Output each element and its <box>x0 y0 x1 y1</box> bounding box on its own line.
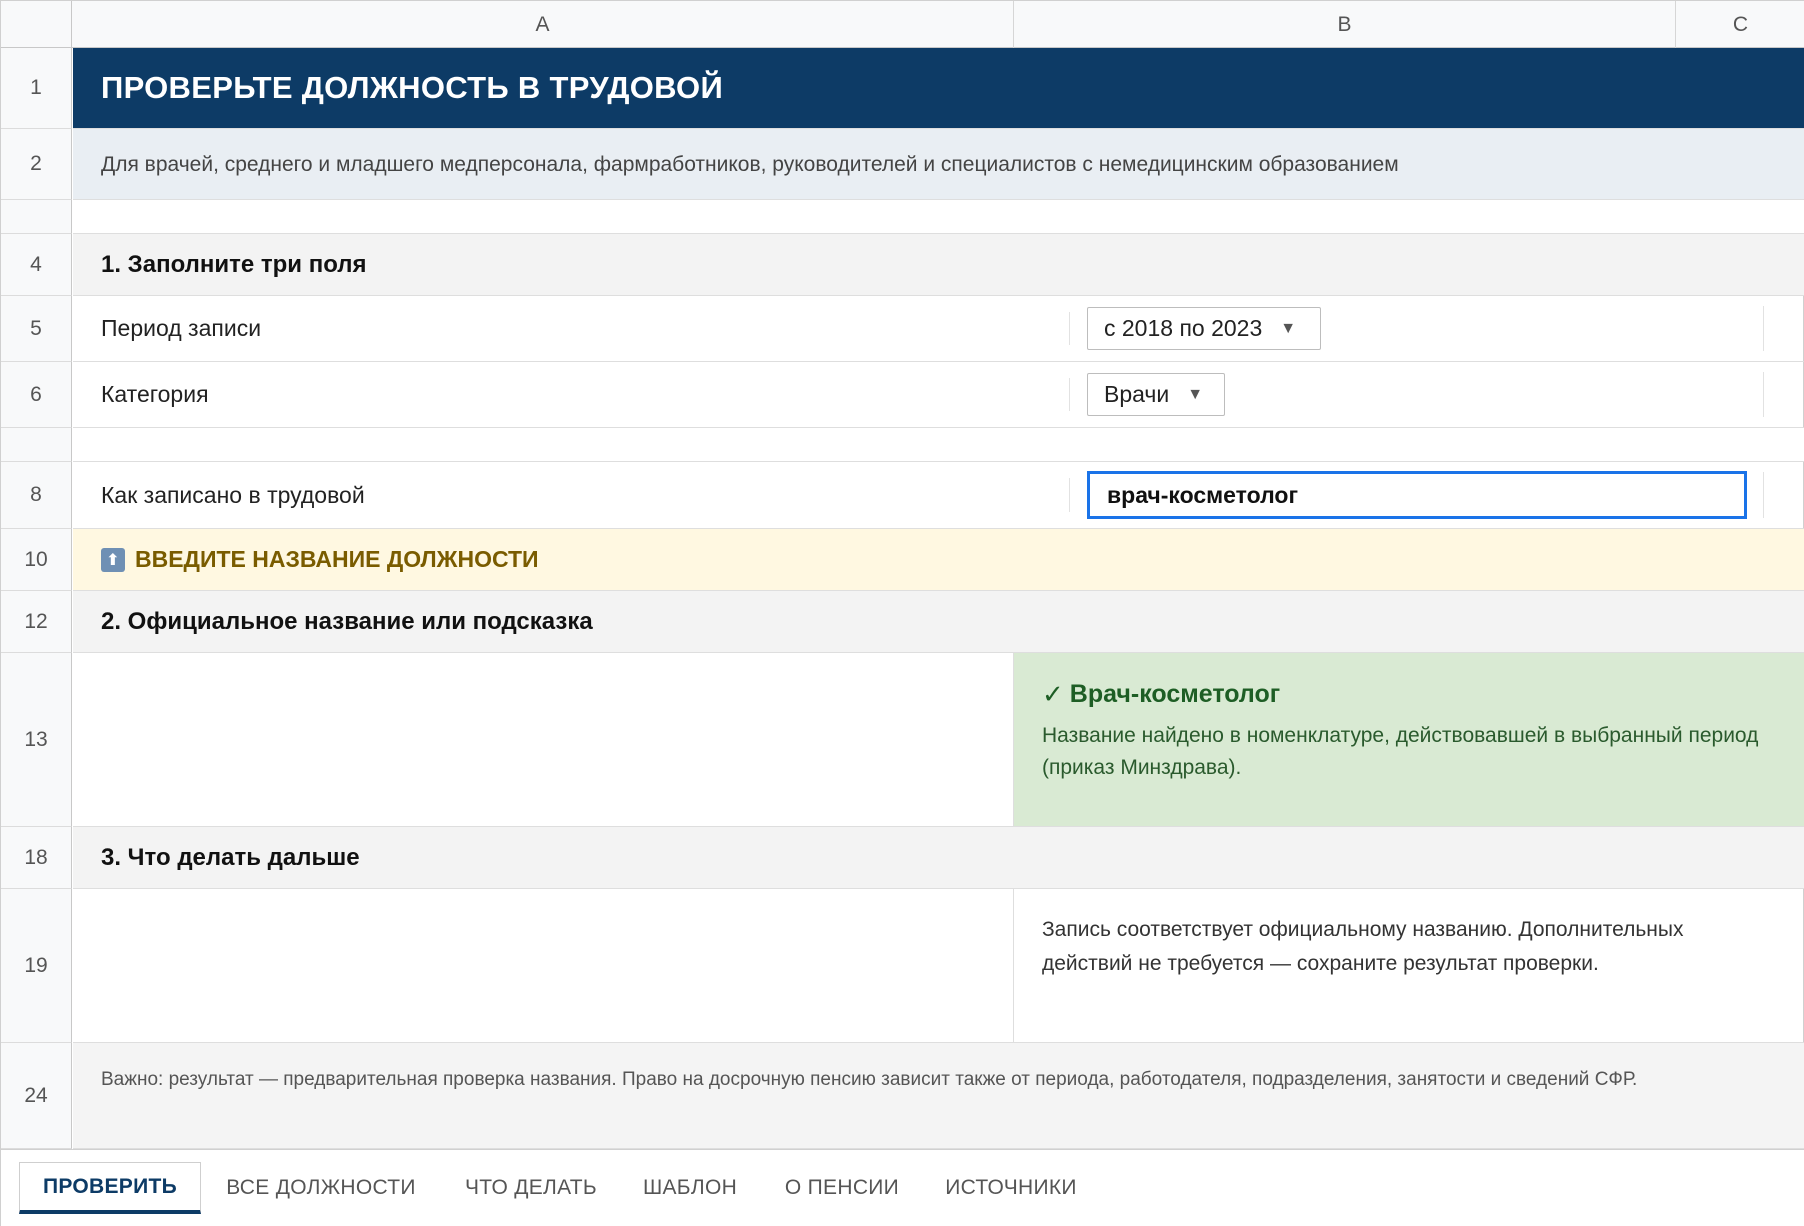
dropdown-arrow-icon: ▼ <box>1187 385 1204 403</box>
category-value: Врачи <box>1104 381 1170 407</box>
subtitle-row[interactable]: Для врачей, среднего и младшего медперсо… <box>73 129 1804 200</box>
row-header[interactable]: 2 <box>1 129 72 200</box>
tab-all-positions[interactable]: ВСЕ ДОЛЖНОСТИ <box>209 1162 433 1214</box>
next-steps-row[interactable]: Запись соответствует официальному назван… <box>73 889 1804 1043</box>
cell-divider <box>1069 312 1070 345</box>
sheet-tab-bar: ПРОВЕРИТЬ ВСЕ ДОЛЖНОСТИ ЧТО ДЕЛАТЬ ШАБЛО… <box>1 1149 1804 1226</box>
result-box[interactable]: ✓ Врач-косметолог Название найдено в ном… <box>1014 653 1804 826</box>
category-row[interactable]: Категория Врачи ▼ <box>73 362 1804 428</box>
row-header[interactable]: 18 <box>1 827 72 889</box>
period-value: с 2018 по 2023 <box>1104 315 1263 341</box>
dropdown-arrow-icon: ▼ <box>1280 319 1297 337</box>
spreadsheet: A B C 1 2 4 5 6 8 10 12 13 18 19 24 ПРОВ… <box>0 0 1804 1226</box>
result-heading: ✓ Врач-косметолог <box>1042 679 1777 710</box>
row-header[interactable]: 8 <box>1 462 72 529</box>
next-steps-text: Запись соответствует официальному назван… <box>1042 918 1684 975</box>
period-label: Период записи <box>101 315 262 341</box>
row-header[interactable]: 19 <box>1 889 72 1043</box>
cell-divider <box>1069 378 1070 411</box>
row-header[interactable]: 1 <box>1 48 72 129</box>
result-title: Врач-косметолог <box>1069 680 1281 708</box>
up-arrow-icon: ⬆ <box>101 547 125 572</box>
row-header[interactable] <box>1 200 72 234</box>
result-text: Название найдено в номенклатуре, действо… <box>1042 724 1759 779</box>
tab-about-pension[interactable]: О ПЕНСИИ <box>767 1162 917 1214</box>
disclaimer-note: Важно: результат — предварительная прове… <box>101 1069 1638 1090</box>
blank-row[interactable] <box>73 200 1804 234</box>
section-1-heading: 1. Заполните три поля <box>101 250 367 278</box>
cell-divider <box>1013 889 1014 1042</box>
row-header[interactable]: 4 <box>1 234 72 296</box>
tab-sources[interactable]: ИСТОЧНИКИ <box>933 1162 1089 1214</box>
page-subtitle: Для врачей, среднего и младшего медперсо… <box>101 152 1399 176</box>
tab-what-to-do[interactable]: ЧТО ДЕЛАТЬ <box>449 1162 613 1214</box>
row-header[interactable]: 10 <box>1 529 72 591</box>
cell-divider <box>1763 472 1764 518</box>
row-header[interactable]: 13 <box>1 653 72 827</box>
column-header: A B C <box>1 1 1804 48</box>
select-all-corner[interactable] <box>1 1 72 48</box>
tab-template[interactable]: ШАБЛОН <box>629 1162 751 1214</box>
record-label: Как записано в трудовой <box>101 481 365 508</box>
row-header[interactable] <box>1 428 72 462</box>
page-title: ПРОВЕРЬТЕ ДОЛЖНОСТЬ В ТРУДОВОЙ <box>101 70 724 105</box>
warning-message: ⬆ ВВЕДИТЕ НАЗВАНИЕ ДОЛЖНОСТИ <box>101 529 539 590</box>
section-3-heading: 3. Что делать дальше <box>101 843 360 871</box>
row-header[interactable]: 6 <box>1 362 72 428</box>
column-header-b[interactable]: B <box>1014 1 1676 48</box>
cell-divider <box>1763 372 1764 417</box>
warning-row[interactable]: ⬆ ВВЕДИТЕ НАЗВАНИЕ ДОЛЖНОСТИ <box>73 529 1804 591</box>
section-2-heading: 2. Официальное название или подсказка <box>101 607 593 635</box>
column-header-c[interactable]: C <box>1676 1 1804 48</box>
category-label: Категория <box>101 381 209 407</box>
cell-divider <box>1763 306 1764 351</box>
section-3-row[interactable]: 3. Что делать дальше <box>73 827 1804 889</box>
warning-text: ВВЕДИТЕ НАЗВАНИЕ ДОЛЖНОСТИ <box>135 546 539 572</box>
section-1-row[interactable]: 1. Заполните три поля <box>73 234 1804 296</box>
row-header[interactable]: 24 <box>1 1043 72 1149</box>
note-row[interactable]: Важно: результат — предварительная прове… <box>73 1043 1804 1149</box>
section-2-row[interactable]: 2. Официальное название или подсказка <box>73 591 1804 653</box>
period-row[interactable]: Период записи с 2018 по 2023 ▼ <box>73 296 1804 362</box>
period-dropdown[interactable]: с 2018 по 2023 ▼ <box>1087 307 1321 350</box>
column-header-a[interactable]: A <box>72 1 1014 48</box>
result-row[interactable]: ✓ Врач-косметолог Название найдено в ном… <box>73 653 1804 827</box>
cell-divider <box>1069 478 1070 512</box>
record-input[interactable]: врач-косметолог <box>1087 471 1747 519</box>
category-dropdown[interactable]: Врачи ▼ <box>1087 373 1225 416</box>
row-header[interactable]: 5 <box>1 296 72 362</box>
record-row[interactable]: Как записано в трудовой врач-косметолог <box>73 462 1804 529</box>
row-header[interactable]: 12 <box>1 591 72 653</box>
blank-row[interactable] <box>73 428 1804 462</box>
tab-check[interactable]: ПРОВЕРИТЬ <box>19 1162 201 1214</box>
title-row[interactable]: ПРОВЕРЬТЕ ДОЛЖНОСТЬ В ТРУДОВОЙ <box>73 48 1804 129</box>
check-icon: ✓ <box>1042 679 1064 709</box>
